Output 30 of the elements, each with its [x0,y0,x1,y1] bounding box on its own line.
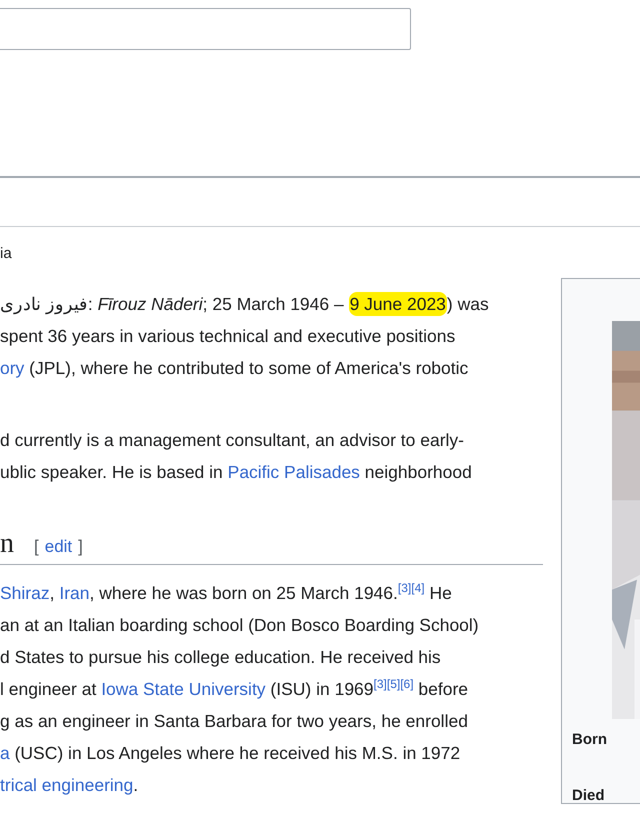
article-link[interactable]: Pacific Palisades [228,462,360,482]
citation-link[interactable]: [5] [386,677,400,691]
paragraph-line: spent 36 years in various technical and executive positions [0,325,456,348]
paragraph-line: trical engineering. [0,774,140,797]
article-link[interactable]: Iowa State University [101,679,266,699]
paragraph-line: Shiraz, Iran, where he was born on 25 March 1946.$^{[3]}$$^{[4]}$ He [0,580,453,605]
paragraph-line: g as an engineer in Santa Barbara for two years, he enrolled [0,710,469,733]
section-heading: n [0,528,14,560]
infobox-label: Died [572,786,606,803]
article-link[interactable]: ory [0,358,24,378]
citation-link[interactable]: [3] [374,677,387,691]
edit-bracket: ] [78,537,83,557]
edit-bracket: [ [34,537,39,557]
article-link[interactable]: trical engineering [0,775,134,795]
paragraph-line: an at an Italian boarding school (Don Bosco Boarding School) [0,614,480,637]
edit-link[interactable]: edit [44,537,72,557]
citation-link[interactable]: [4] [411,581,425,595]
paragraph-line: ory (JPL), where he contributed to some of America's robotic [0,357,470,380]
paragraph-line: d States to pursue his college education. He received his [0,646,442,669]
tagline: ia [0,244,13,264]
infobox-label: Born [572,730,608,750]
paragraph-line: ublic speaker. He is based in Pacific Palisades neighborhood [0,461,473,484]
article-link[interactable]: a [0,743,10,763]
paragraph-line: d currently is a management consultant, an advisor to early- [0,429,465,452]
citation-link[interactable]: [3] [398,581,412,595]
article-link[interactable]: Iran [59,583,90,603]
search-field[interactable] [0,8,411,50]
citation-link[interactable]: [6] [400,677,414,691]
article-link[interactable]: Shiraz [0,583,50,603]
paragraph-line: a (USC) in Los Angeles where he received his M.S. in 1972 [0,742,462,765]
